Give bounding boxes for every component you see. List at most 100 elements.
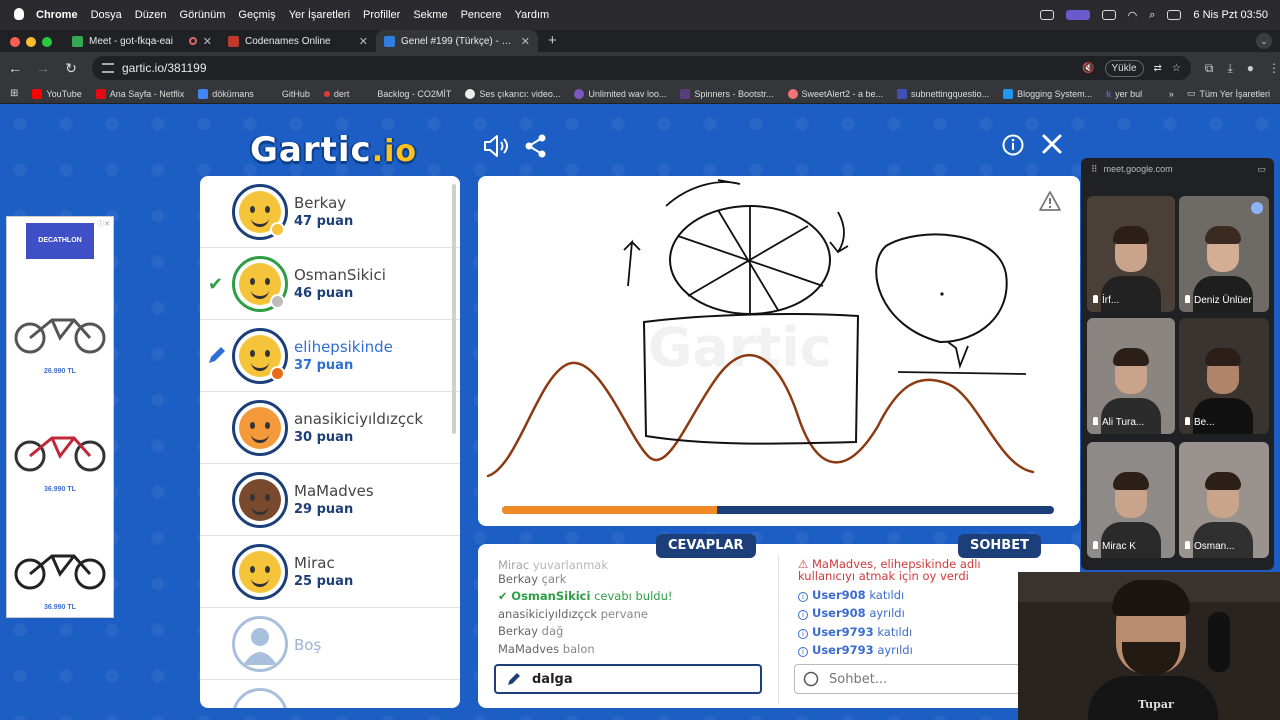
tab-meet[interactable]: Meet - got-fkqa-eai ✕ — [64, 30, 220, 52]
pin-icon[interactable] — [1185, 417, 1190, 425]
pin-icon[interactable] — [1185, 295, 1190, 303]
bookmark-item[interactable]: Ana Sayfa - Netflix — [95, 88, 184, 99]
apple-icon[interactable] — [14, 8, 24, 20]
meet-participant-tile[interactable]: Mirac K — [1087, 442, 1175, 558]
menu-item-edit[interactable]: Düzen — [135, 9, 167, 21]
menu-app-chrome[interactable]: Chrome — [36, 9, 78, 21]
player-row[interactable]: MaMadves 29 puan — [200, 464, 460, 536]
player-list-scrollbar[interactable] — [452, 184, 456, 434]
close-window-button[interactable] — [10, 37, 20, 47]
menu-item-window[interactable]: Pencere — [461, 9, 502, 21]
menu-item-bookmarks[interactable]: Yer İşaretleri — [289, 9, 350, 21]
minimize-window-button[interactable] — [26, 37, 36, 47]
bookmark-item[interactable]: dert — [323, 89, 349, 99]
tab-search-icon[interactable]: ⌄ — [1256, 33, 1272, 49]
tab-codenames[interactable]: Codenames Online ✕ — [220, 30, 376, 52]
report-warning-icon[interactable] — [1038, 190, 1062, 212]
pin-icon[interactable] — [1093, 417, 1098, 425]
menu-item-view[interactable]: Görünüm — [180, 9, 226, 21]
menu-item-tab[interactable]: Sekme — [413, 9, 447, 21]
install-app-button[interactable]: Yükle — [1104, 59, 1144, 77]
close-tab-icon[interactable]: ✕ — [359, 35, 368, 48]
bookmark-star-icon[interactable]: ☆ — [1172, 63, 1181, 74]
ad-banner[interactable]: ⓘ✕ DECATHLON 26.990 TL 36.990 TL 36.990 … — [6, 216, 114, 618]
maximize-window-button[interactable] — [42, 37, 52, 47]
forward-icon[interactable]: → — [36, 60, 50, 76]
meet-participant-tile[interactable]: Be... — [1179, 318, 1269, 434]
meet-participant-tile[interactable]: İrf... — [1087, 196, 1175, 312]
bookmark-item[interactable]: GitHub — [267, 88, 310, 99]
downloads-icon[interactable]: ⤓ — [1227, 61, 1232, 76]
player-list[interactable]: Berkay 47 puan ✔ OsmanSikici 46 puan eli… — [200, 176, 460, 708]
menu-item-history[interactable]: Geçmiş — [238, 9, 275, 21]
share-icon[interactable] — [524, 134, 548, 158]
sound-icon[interactable] — [482, 134, 510, 158]
bookmark-item[interactable]: Blogging System... — [1003, 88, 1092, 99]
control-center-icon[interactable] — [1167, 10, 1182, 20]
pin-icon[interactable] — [1093, 541, 1098, 549]
battery-icon[interactable] — [1101, 10, 1116, 20]
drawing-canvas[interactable]: Gartic — [478, 176, 1080, 526]
answer-input-box[interactable] — [494, 664, 762, 694]
bookmark-item[interactable]: dökümans — [198, 88, 254, 99]
screen-recording-icon[interactable] — [1065, 10, 1090, 20]
extensions-icon[interactable]: ⧉ — [1205, 61, 1214, 76]
pip-expand-icon[interactable]: ▭ — [1257, 164, 1266, 175]
player-row-empty[interactable] — [200, 680, 460, 708]
profile-avatar-icon[interactable]: ● — [1247, 61, 1254, 75]
meet-participant-tile[interactable]: Osman... — [1179, 442, 1269, 558]
ad-product[interactable]: 36.990 TL — [7, 499, 113, 617]
menu-item-help[interactable]: Yardım — [515, 9, 550, 21]
all-bookmarks-button[interactable]: » ▭ Tüm Yer İşaretleri — [1169, 88, 1270, 99]
gartic-logo[interactable]: Gartic.io — [250, 130, 417, 170]
back-icon[interactable]: ← — [8, 60, 22, 76]
meet-participant-tile[interactable]: Ali Tura... — [1087, 318, 1175, 434]
address-bar[interactable]: gartic.io/381199 🔇 Yükle ⇄ ☆ — [91, 56, 1191, 80]
bookmark-item[interactable]: Backlog - CO2MİT — [363, 88, 451, 99]
screen-share-icon[interactable] — [1039, 10, 1054, 20]
translate-icon[interactable]: ⇄ — [1154, 63, 1162, 74]
mute-site-icon[interactable]: 🔇 — [1082, 63, 1094, 74]
player-row[interactable]: Berkay 47 puan — [200, 176, 460, 248]
url-text[interactable]: gartic.io/381199 — [122, 61, 207, 75]
info-icon[interactable] — [1002, 134, 1024, 156]
new-tab-button[interactable]: + — [538, 32, 567, 52]
site-info-icon[interactable] — [101, 63, 114, 73]
close-tab-icon[interactable]: ✕ — [521, 35, 530, 48]
bookmark-item[interactable]: Ses çıkarıcı: video... — [465, 88, 560, 99]
menu-item-profiles[interactable]: Profiller — [363, 9, 400, 21]
player-row-empty[interactable]: Boş — [200, 608, 460, 680]
apps-grid-icon[interactable]: ⊞ — [10, 88, 18, 99]
chat-input[interactable] — [829, 671, 1029, 687]
close-tab-icon[interactable]: ✕ — [203, 35, 212, 48]
player-row[interactable]: anasikiciyıldızçck 30 puan — [200, 392, 460, 464]
answer-input[interactable] — [532, 671, 732, 687]
chrome-menu-icon[interactable]: ⋮ — [1268, 61, 1280, 75]
bookmark-item[interactable]: subnettingquestio... — [897, 88, 989, 99]
bookmark-item[interactable]: k yer bul — [1106, 89, 1142, 99]
tab-gartic[interactable]: Genel #199 (Türkçe) - Gartic ✕ — [376, 30, 538, 52]
player-row[interactable]: Mirac 25 puan — [200, 536, 460, 608]
reload-icon[interactable]: ↻ — [64, 60, 78, 77]
player-row[interactable]: elihepsikinde 37 puan — [200, 320, 460, 392]
pin-icon[interactable] — [1185, 541, 1190, 549]
ad-product[interactable]: 36.990 TL — [7, 381, 113, 499]
ad-choices-icon[interactable]: ⓘ✕ — [97, 219, 110, 229]
more-bookmarks-icon[interactable]: » — [1169, 89, 1174, 99]
meet-participant-tile[interactable]: Deniz Ünlüer — [1179, 196, 1269, 312]
bookmark-item[interactable]: SweetAlert2 - a be... — [787, 88, 883, 99]
close-icon[interactable] — [1042, 134, 1062, 154]
pin-icon[interactable] — [1093, 295, 1098, 303]
menu-item-file[interactable]: Dosya — [91, 9, 122, 21]
spotlight-search-icon[interactable]: ⌕ — [1149, 9, 1155, 22]
bookmark-item[interactable]: Unlimited wav loo... — [574, 88, 666, 99]
clock[interactable]: 6 Nis Pzt 03:50 — [1193, 9, 1268, 21]
meet-pip-window[interactable]: ⠿ meet.google.com ▭ İrf... Deniz Ünlüer … — [1081, 158, 1274, 570]
wifi-icon[interactable]: ◠ — [1128, 9, 1138, 22]
ad-product[interactable]: 26.990 TL — [7, 259, 113, 381]
bookmark-item[interactable]: Spinners - Bootstr... — [680, 88, 774, 99]
player-row[interactable]: ✔ OsmanSikici 46 puan — [200, 248, 460, 320]
bookmark-item[interactable]: YouTube — [32, 88, 82, 99]
player-points: 47 puan — [294, 214, 354, 229]
pip-grip-icon[interactable]: ⠿ — [1091, 164, 1098, 175]
